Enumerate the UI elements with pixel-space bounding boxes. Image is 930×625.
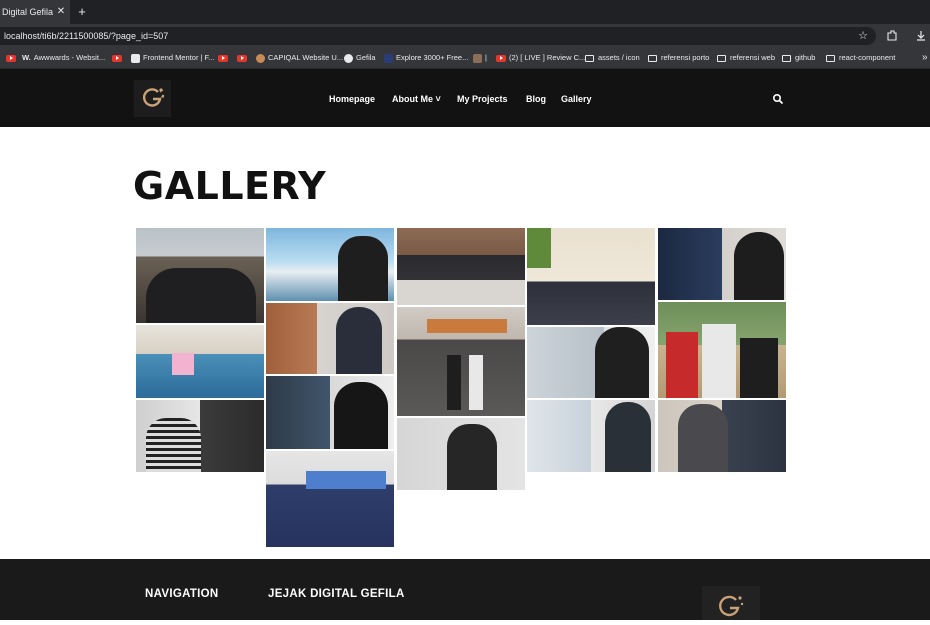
bookmark-capiqal[interactable]: CAPIQAL Website U... bbox=[256, 47, 343, 69]
bookmark-frontend-mentor[interactable]: Frontend Mentor | F... bbox=[131, 47, 215, 69]
gallery-photo[interactable] bbox=[136, 400, 264, 472]
bookmark-folder-github[interactable]: github bbox=[782, 47, 815, 69]
gallery-photo[interactable] bbox=[397, 418, 525, 490]
nav-my-projects[interactable]: My Projects bbox=[457, 92, 508, 106]
folder-icon bbox=[782, 54, 791, 62]
youtube-icon bbox=[237, 54, 247, 62]
nav-homepage[interactable]: Homepage bbox=[329, 92, 375, 106]
frontend-mentor-icon bbox=[131, 53, 140, 63]
gallery-photo[interactable] bbox=[136, 228, 264, 323]
page-title: GALLERY bbox=[133, 164, 327, 208]
site-footer bbox=[0, 559, 930, 620]
gallery-photo[interactable] bbox=[658, 400, 786, 472]
youtube-icon bbox=[112, 54, 122, 62]
github-icon bbox=[344, 53, 353, 63]
folder-icon bbox=[648, 54, 657, 62]
gallery-photo[interactable] bbox=[397, 307, 525, 416]
bookmark-photo[interactable]: | bbox=[473, 47, 487, 69]
bookmark-explore[interactable]: Explore 3000+ Free... bbox=[384, 47, 468, 69]
new-tab-icon[interactable]: + bbox=[76, 0, 88, 24]
gallery-photo[interactable] bbox=[266, 303, 394, 374]
bookmark-folder-web[interactable]: referensi web bbox=[717, 47, 775, 69]
gallery-photo[interactable] bbox=[527, 228, 655, 325]
site-logo[interactable] bbox=[134, 80, 171, 117]
nav-gallery[interactable]: Gallery bbox=[561, 92, 592, 106]
folder-icon bbox=[585, 54, 594, 62]
bookmark-gefila[interactable]: Gefila bbox=[344, 47, 376, 69]
gallery-photo[interactable] bbox=[527, 400, 655, 472]
gallery-photo[interactable] bbox=[136, 325, 264, 398]
tab-title: Digital Gefila bbox=[2, 7, 54, 17]
gallery-photo[interactable] bbox=[266, 376, 394, 449]
capiqal-icon bbox=[256, 53, 265, 63]
gallery-photo[interactable] bbox=[397, 228, 525, 305]
gefila-logo-icon bbox=[719, 595, 744, 617]
bookmark-folder-react[interactable]: react-component bbox=[826, 47, 895, 69]
bookmark-youtube-4[interactable] bbox=[237, 47, 250, 69]
url-field[interactable]: localhost/ti6b/2211500085/?page_id=507 bbox=[0, 27, 876, 45]
gefila-logo-icon bbox=[143, 88, 165, 107]
folder-icon bbox=[826, 54, 835, 62]
bookmark-live-review[interactable]: (2) [ LIVE ] Review C... bbox=[496, 47, 585, 69]
ui-icon bbox=[384, 53, 393, 63]
bookmark-awwwards[interactable]: W. Awwwards - Websit... bbox=[22, 47, 105, 69]
extensions-icon[interactable] bbox=[885, 27, 899, 45]
bookmarks-bar: W. Awwwards - Websit... Frontend Mentor |… bbox=[0, 47, 930, 69]
download-icon[interactable] bbox=[914, 27, 928, 45]
gallery-photo[interactable] bbox=[266, 451, 394, 547]
youtube-icon bbox=[496, 54, 506, 62]
more-bookmarks-icon[interactable]: » bbox=[922, 47, 928, 69]
bookmark-youtube-3[interactable] bbox=[218, 47, 231, 69]
gallery-photo[interactable] bbox=[658, 228, 786, 300]
youtube-icon bbox=[218, 54, 228, 62]
nav-about-me[interactable]: About Me ˅ bbox=[392, 92, 441, 106]
bookmark-youtube-2[interactable] bbox=[112, 47, 125, 69]
folder-icon bbox=[717, 54, 726, 62]
awwwards-icon: W. bbox=[22, 53, 31, 62]
footer-navigation-heading: NAVIGATION bbox=[145, 588, 219, 600]
footer-brand-heading: JEJAK DIGITAL GEFILA bbox=[268, 588, 405, 600]
bookmark-star-icon[interactable]: ☆ bbox=[856, 27, 870, 45]
photo-icon bbox=[473, 53, 482, 63]
gallery-photo[interactable] bbox=[658, 302, 786, 398]
nav-blog[interactable]: Blog bbox=[526, 92, 546, 106]
gallery-photo[interactable] bbox=[527, 327, 655, 398]
address-bar-area: localhost/ti6b/2211500085/?page_id=507 ☆ bbox=[0, 24, 930, 47]
footer-logo[interactable] bbox=[702, 586, 760, 620]
bookmark-folder-porto[interactable]: referensi porto bbox=[648, 47, 709, 69]
gallery-photo[interactable] bbox=[266, 228, 394, 301]
search-icon[interactable] bbox=[772, 93, 784, 105]
close-tab-icon[interactable]: ✕ bbox=[56, 0, 66, 24]
browser-tab-bar: Digital Gefila ✕ + bbox=[0, 0, 930, 24]
bookmark-youtube-1[interactable] bbox=[6, 47, 19, 69]
youtube-icon bbox=[6, 54, 16, 62]
bookmark-folder-assets[interactable]: assets / icon bbox=[585, 47, 640, 69]
